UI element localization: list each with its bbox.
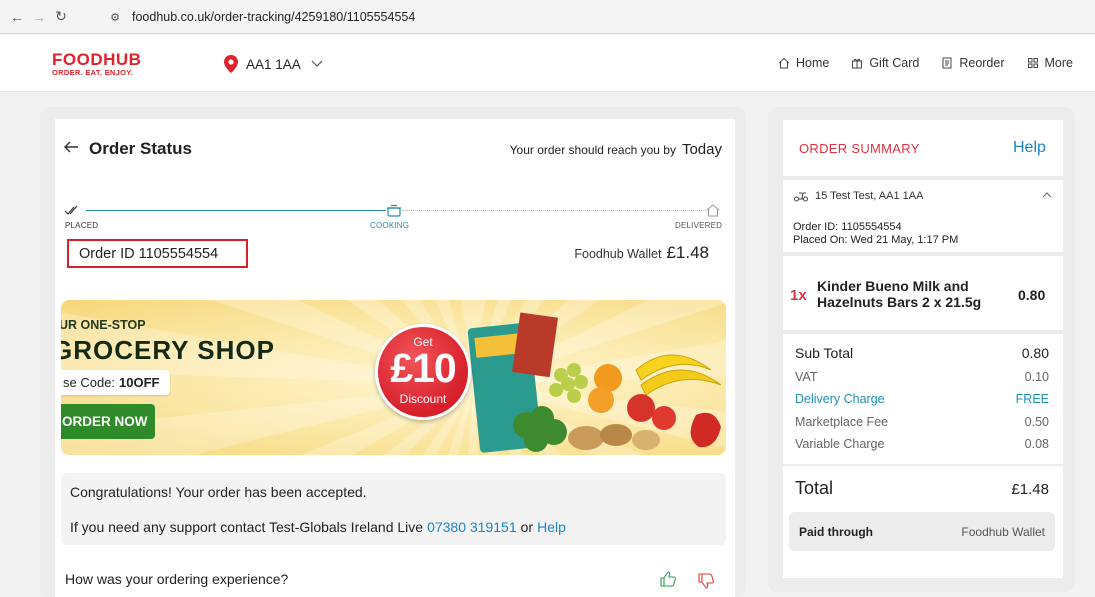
promo-code-tag: se Code: 10OFF	[61, 370, 170, 395]
nav-reorder-label: Reorder	[959, 56, 1005, 70]
site-header: FOODHUB ORDER. EAT. ENJOY. AA1 1AA Home …	[0, 35, 1095, 92]
header-nav: Home Gift Card Reorder More	[778, 56, 1073, 70]
logo-wordmark: FOODHUB	[52, 50, 142, 69]
promo-banner[interactable]: UR ONE-STOP GROCERY SHOP se Code: 10OFF …	[61, 300, 726, 455]
badge-discount-text: Discount	[399, 392, 447, 406]
eta-info: Your order should reach you by Today	[510, 141, 722, 158]
nav-home-label: Home	[795, 56, 830, 70]
promo-code: 10OFF	[119, 375, 160, 390]
delivery-address: 15 Test Test, AA1 1AA	[793, 190, 923, 202]
delivery-value: FREE	[1015, 392, 1049, 406]
chevron-down-icon	[311, 60, 323, 67]
postcode-label: AA1 1AA	[246, 56, 301, 72]
grid-icon	[1027, 58, 1038, 68]
summary-placed-on: Placed On: Wed 21 May, 1:17 PM	[793, 234, 959, 246]
forward-icon[interactable]: →	[28, 6, 50, 28]
paid-through-label: Paid through	[799, 524, 873, 539]
support-phone-link[interactable]: 07380 319151	[427, 519, 517, 535]
badge-amount: £10	[390, 345, 456, 391]
nav-more-label: More	[1044, 56, 1073, 70]
nav-gift-card-label: Gift Card	[869, 56, 920, 70]
total-value: £1.48	[1011, 481, 1049, 498]
subtotal-value: 0.80	[1021, 345, 1049, 361]
summary-order-id: Order ID: 1105554554	[793, 221, 902, 233]
step-placed-label: PLACED	[65, 221, 99, 230]
step-cooking-label: COOKING	[370, 221, 410, 230]
foodhub-logo[interactable]: FOODHUB ORDER. EAT. ENJOY.	[52, 50, 142, 77]
order-now-button[interactable]: ORDER NOW	[61, 404, 155, 439]
groceries-image	[467, 312, 722, 453]
nav-gift-card[interactable]: Gift Card	[851, 56, 919, 70]
banner-headline-small: UR ONE-STOP	[61, 318, 146, 332]
order-meta: Order ID: 1105554554 Placed On: Wed 21 M…	[793, 221, 958, 247]
vat-label: VAT	[795, 370, 818, 384]
paid-through-value: Foodhub Wallet	[961, 524, 1045, 539]
scooter-icon	[794, 192, 808, 202]
support-prefix: If you need any support contact Test-Glo…	[70, 519, 424, 535]
wallet-label: Foodhub Wallet	[574, 247, 662, 261]
nav-reorder[interactable]: Reorder	[941, 56, 1005, 70]
total-label: Total	[795, 478, 834, 498]
feedback-question: How was your ordering experience?	[65, 571, 289, 587]
order-accepted-message: Congratulations! Your order has been acc…	[70, 484, 367, 500]
wallet-amount: £1.48	[666, 243, 709, 262]
cooking-pot-icon	[387, 204, 401, 217]
vat-row: VAT 0.10	[795, 370, 1049, 384]
banner-headline: GROCERY SHOP	[61, 335, 275, 365]
back-icon[interactable]: ←	[6, 6, 28, 28]
reload-icon[interactable]: ↻	[50, 6, 72, 28]
item-quantity: 1x	[790, 287, 807, 304]
marketplace-fee-label: Marketplace Fee	[795, 415, 889, 429]
browser-toolbar: ← → ↻ ⚙ foodhub.co.uk/order-tracking/425…	[0, 0, 1095, 34]
page-title: Order Status	[89, 139, 192, 158]
marketplace-fee-value: 0.50	[1024, 415, 1049, 429]
nav-home[interactable]: Home	[778, 56, 829, 70]
variable-charge-row: Variable Charge 0.08	[795, 437, 1049, 451]
order-id: Order ID 1105554554	[67, 239, 248, 268]
marketplace-fee-row: Marketplace Fee 0.50	[795, 415, 1049, 429]
support-or: or	[520, 519, 534, 535]
wallet-balance: Foodhub Wallet £1.48	[574, 243, 709, 263]
subtotal-row: Sub Total 0.80	[795, 345, 1049, 361]
support-help-link[interactable]: Help	[537, 519, 566, 535]
location-selector[interactable]: AA1 1AA	[224, 55, 323, 73]
discount-badge: Get £10 Discount	[375, 324, 471, 420]
receipt-icon	[942, 57, 952, 69]
variable-charge-label: Variable Charge	[795, 437, 885, 451]
subtotal-label: Sub Total	[795, 345, 854, 361]
tracker-remaining-line	[402, 210, 706, 211]
logo-tagline: ORDER. EAT. ENJOY.	[52, 68, 134, 77]
placed-check-icon	[64, 205, 78, 215]
location-pin-icon	[224, 55, 238, 73]
site-settings-icon[interactable]: ⚙	[108, 10, 122, 24]
variable-charge-value: 0.08	[1024, 437, 1049, 451]
eta-text: Your order should reach you by	[509, 143, 676, 157]
vat-value: 0.10	[1024, 370, 1049, 384]
back-arrow-icon[interactable]	[62, 138, 80, 156]
address-text: 15 Test Test, AA1 1AA	[815, 190, 924, 202]
thumbs-down-icon[interactable]	[697, 572, 715, 590]
home-icon	[778, 57, 790, 69]
chevron-up-icon[interactable]	[1042, 191, 1052, 199]
delivery-label: Delivery Charge	[795, 392, 885, 406]
delivery-row: Delivery Charge FREE	[795, 392, 1049, 406]
tracker-progress-line	[86, 210, 386, 211]
delivered-home-icon	[706, 204, 720, 217]
promo-code-prefix: se Code:	[63, 375, 116, 390]
address-bar[interactable]: ⚙ foodhub.co.uk/order-tracking/4259180/1…	[108, 5, 1095, 29]
summary-help-link[interactable]: Help	[1013, 139, 1046, 157]
item-price: 0.80	[1018, 287, 1046, 303]
url-text: foodhub.co.uk/order-tracking/4259180/110…	[132, 10, 416, 24]
paid-through-row: Paid through Foodhub Wallet	[789, 512, 1055, 551]
item-name: Kinder Bueno Milk and Hazelnuts Bars 2 x…	[817, 278, 982, 310]
gift-icon	[852, 58, 863, 69]
support-message: If you need any support contact Test-Glo…	[70, 519, 566, 535]
order-summary-title: ORDER SUMMARY	[799, 141, 920, 156]
total-row: Total £1.48	[795, 478, 1049, 499]
nav-more[interactable]: More	[1027, 56, 1073, 70]
eta-time: Today	[681, 141, 722, 158]
step-delivered-label: DELIVERED	[675, 221, 723, 230]
thumbs-up-icon[interactable]	[659, 570, 677, 588]
